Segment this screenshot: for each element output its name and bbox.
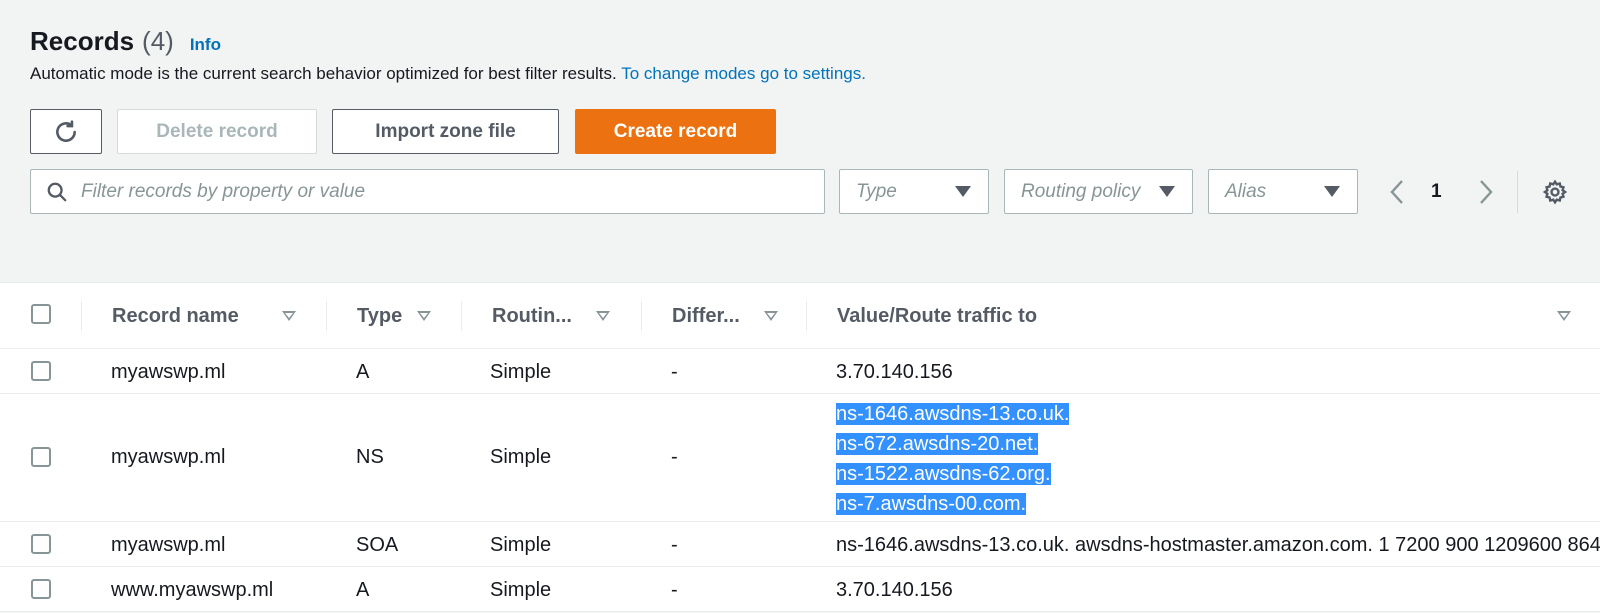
sort-icon bbox=[1557, 311, 1571, 321]
routing-policy-filter-label: Routing policy bbox=[1021, 180, 1141, 202]
table-row[interactable]: myawswp.ml NS Simple - ns-1646.awsdns-13… bbox=[0, 394, 1600, 522]
type-filter-select[interactable]: Type bbox=[839, 169, 989, 214]
record-name: myawswp.ml bbox=[111, 446, 226, 468]
search-mode-description: Automatic mode is the current search beh… bbox=[30, 64, 866, 84]
type-filter-label: Type bbox=[856, 180, 897, 202]
previous-page-button[interactable] bbox=[1385, 178, 1409, 206]
table-settings-button[interactable] bbox=[1541, 178, 1569, 206]
record-differentiator: - bbox=[671, 534, 678, 556]
record-differentiator: - bbox=[671, 361, 678, 383]
caret-down-icon bbox=[955, 186, 971, 197]
column-divider bbox=[641, 301, 642, 331]
record-type: A bbox=[356, 579, 370, 601]
search-input[interactable] bbox=[81, 180, 781, 203]
gear-icon bbox=[1542, 179, 1568, 205]
next-page-button[interactable] bbox=[1474, 178, 1498, 206]
record-type: A bbox=[356, 361, 370, 383]
record-value: ns-1646.awsdns-13.co.uk. awsdns-hostmast… bbox=[836, 534, 1600, 556]
column-divider bbox=[806, 301, 807, 331]
select-all-checkbox[interactable] bbox=[31, 304, 51, 324]
alias-filter-select[interactable]: Alias bbox=[1208, 169, 1358, 214]
search-icon bbox=[45, 180, 69, 204]
page-title: Records bbox=[30, 26, 135, 56]
chevron-left-icon bbox=[1390, 180, 1403, 204]
routing-policy-filter-select[interactable]: Routing policy bbox=[1004, 169, 1193, 214]
ns-value: ns-1522.awsdns-62.org. bbox=[836, 463, 1051, 485]
column-header-type[interactable]: Type bbox=[357, 283, 437, 349]
row-checkbox[interactable] bbox=[31, 534, 51, 554]
import-zone-file-button[interactable]: Import zone file bbox=[332, 109, 559, 154]
column-divider bbox=[81, 301, 82, 331]
column-header-label: Record name bbox=[112, 304, 239, 327]
ns-value: ns-7.awsdns-00.com. bbox=[836, 493, 1027, 515]
records-header: Records (4) Info bbox=[30, 26, 221, 57]
filter-search-box[interactable] bbox=[30, 169, 825, 214]
record-differentiator: - bbox=[671, 579, 678, 601]
caret-down-icon bbox=[1324, 186, 1340, 197]
table-header-row: Record name Type Routin... Differ... Val… bbox=[0, 283, 1600, 349]
row-checkbox[interactable] bbox=[31, 579, 51, 599]
sort-icon bbox=[596, 311, 610, 321]
column-header-differentiator[interactable]: Differ... bbox=[672, 283, 792, 349]
sort-icon bbox=[417, 311, 431, 321]
refresh-icon bbox=[56, 119, 76, 142]
alias-filter-label: Alias bbox=[1225, 180, 1267, 202]
create-record-button[interactable]: Create record bbox=[575, 109, 776, 154]
refresh-button[interactable] bbox=[30, 109, 102, 154]
row-checkbox[interactable] bbox=[31, 447, 51, 467]
record-type: NS bbox=[356, 446, 384, 468]
column-header-value[interactable]: Value/Route traffic to bbox=[837, 283, 1587, 349]
sort-icon bbox=[764, 311, 778, 321]
column-header-routing-policy[interactable]: Routin... bbox=[492, 283, 622, 349]
column-header-label: Type bbox=[357, 304, 403, 327]
delete-record-button[interactable]: Delete record bbox=[117, 109, 317, 154]
record-value: 3.70.140.156 bbox=[836, 579, 953, 601]
table-row[interactable]: myawswp.ml SOA Simple - ns-1646.awsdns-1… bbox=[0, 522, 1600, 567]
settings-link[interactable]: To change modes go to settings. bbox=[621, 64, 866, 83]
column-header-label: Routin... bbox=[492, 304, 572, 327]
current-page-number[interactable]: 1 bbox=[1431, 181, 1442, 203]
record-name: www.myawswp.ml bbox=[111, 579, 274, 601]
records-count: (4) bbox=[142, 26, 174, 56]
record-value-list: ns-1646.awsdns-13.co.uk. ns-672.awsdns-2… bbox=[836, 399, 1070, 519]
ns-value: ns-1646.awsdns-13.co.uk. bbox=[836, 403, 1070, 425]
record-routing: Simple bbox=[490, 446, 552, 468]
table-row[interactable]: myawswp.ml A Simple - 3.70.140.156 bbox=[0, 349, 1600, 394]
column-header-label: Differ... bbox=[672, 304, 740, 327]
chevron-right-icon bbox=[1480, 180, 1493, 204]
record-differentiator: - bbox=[671, 446, 678, 468]
ns-value: ns-672.awsdns-20.net. bbox=[836, 433, 1039, 455]
divider bbox=[1517, 171, 1518, 213]
record-name: myawswp.ml bbox=[111, 361, 226, 383]
records-table: Record name Type Routin... Differ... Val… bbox=[0, 282, 1600, 612]
column-divider bbox=[461, 301, 462, 331]
info-link[interactable]: Info bbox=[190, 35, 221, 55]
column-divider bbox=[326, 301, 327, 331]
record-type: SOA bbox=[356, 534, 399, 556]
description-text: Automatic mode is the current search beh… bbox=[30, 64, 622, 83]
record-routing: Simple bbox=[490, 579, 552, 601]
record-name: myawswp.ml bbox=[111, 534, 226, 556]
column-header-label: Value/Route traffic to bbox=[837, 304, 1038, 327]
sort-icon bbox=[282, 311, 296, 321]
caret-down-icon bbox=[1159, 186, 1175, 197]
column-header-record-name[interactable]: Record name bbox=[112, 283, 302, 349]
record-value: 3.70.140.156 bbox=[836, 361, 953, 383]
table-row[interactable]: www.myawswp.ml A Simple - 3.70.140.156 bbox=[0, 567, 1600, 612]
record-routing: Simple bbox=[490, 361, 552, 383]
record-routing: Simple bbox=[490, 534, 552, 556]
row-checkbox[interactable] bbox=[31, 361, 51, 381]
